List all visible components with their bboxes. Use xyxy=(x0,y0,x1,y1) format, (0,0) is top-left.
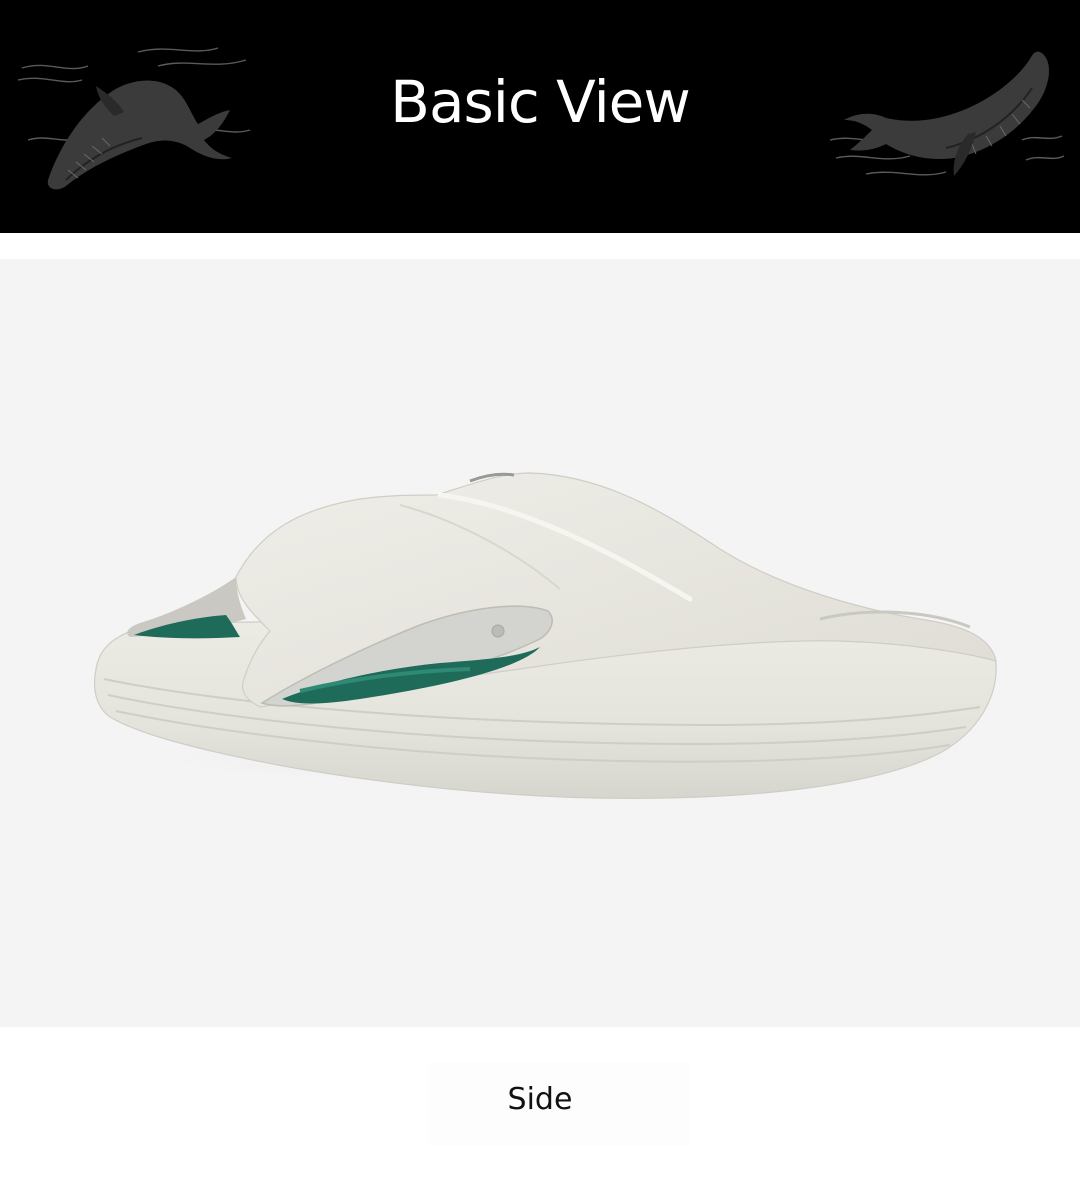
product-photo xyxy=(0,259,1080,1027)
whale-icon xyxy=(829,51,1065,176)
product-detail-page: Basic View Side xyxy=(0,0,1080,1182)
view-caption: Side xyxy=(507,1082,573,1117)
slide-sandal-image xyxy=(90,472,1030,799)
header-banner: Basic View xyxy=(0,0,1080,233)
